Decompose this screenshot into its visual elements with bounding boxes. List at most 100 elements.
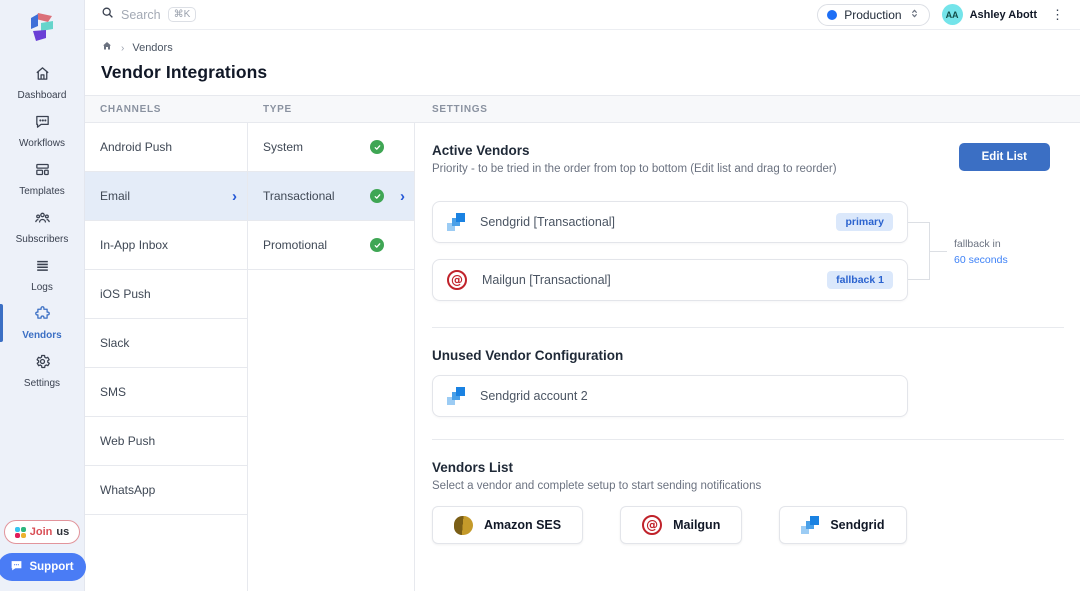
channel-label: Slack [100,336,129,350]
section-divider [432,327,1064,328]
sidebar-item-settings[interactable]: Settings [0,347,84,395]
kebab-menu-icon[interactable]: ⋮ [1049,8,1066,21]
column-header-settings: SETTINGS [415,104,1080,115]
channel-row-sms[interactable]: SMS [85,368,247,417]
channel-label: Android Push [100,140,172,154]
column-header-type: TYPE [248,104,415,115]
sidebar-item-workflows[interactable]: Workflows [0,107,84,155]
sidebar-item-subscribers[interactable]: Subscribers [0,203,84,251]
column-header-channels: CHANNELS [85,104,248,115]
channel-label: WhatsApp [100,483,155,497]
user-name: Ashley Abott [970,9,1037,21]
type-column: System Transactional › Promotional [248,123,415,591]
amazon-ses-icon [454,516,473,535]
type-row-promotional[interactable]: Promotional [248,221,414,270]
sidebar-item-logs[interactable]: Logs [0,251,84,299]
list-lines-icon [34,257,51,279]
table-body: Android Push Email › In-App Inbox iOS Pu… [85,123,1080,591]
type-row-transactional[interactable]: Transactional › [248,172,414,221]
vendor-option-label: Sendgrid [830,518,884,532]
integrations-table: CHANNELS TYPE SETTINGS Android Push Emai… [85,95,1080,591]
vendor-card-mailgun[interactable]: @ Mailgun [Transactional] fallback 1 [432,259,908,301]
priority-badge: primary [836,213,893,231]
edit-list-button[interactable]: Edit List [959,143,1050,171]
user-menu[interactable]: AA Ashley Abott [942,4,1037,25]
vendor-option-label: Amazon SES [484,518,561,532]
active-vendors-header: Active Vendors Priority - to be tried in… [432,143,1064,175]
search-input[interactable]: Search ⌘K [101,6,196,24]
fallback-seconds-link[interactable]: 60 seconds [954,253,1008,269]
channel-row-email[interactable]: Email › [85,172,247,221]
gear-icon [34,353,51,375]
slack-icon [15,527,26,538]
vendor-card-sendgrid-account-2[interactable]: Sendgrid account 2 [432,375,908,417]
breadcrumb-home-icon[interactable] [101,39,113,57]
check-circle-icon [370,189,384,203]
page-title: Vendor Integrations [85,57,1080,95]
environment-status-dot [827,10,837,20]
vendor-name: Mailgun [Transactional] [482,273,611,287]
layout-grid-icon [34,161,51,183]
support-button[interactable]: Support [0,553,86,581]
sidebar-nav: Dashboard Workflows Templates Subscriber… [0,59,84,395]
active-vendors-list: Sendgrid [Transactional] primary @ Mailg… [432,201,1064,301]
settings-panel: Active Vendors Priority - to be tried in… [415,123,1080,591]
vendor-name: Sendgrid account 2 [480,389,588,403]
vendors-list: Amazon SES @ Mailgun Sendgrid [432,506,1064,544]
channel-row-slack[interactable]: Slack [85,319,247,368]
sidebar-item-templates[interactable]: Templates [0,155,84,203]
vendors-list-title: Vendors List [432,460,761,475]
check-circle-icon [370,140,384,154]
brand-logo-icon[interactable] [27,10,57,51]
sidebar-item-label: Subscribers [16,234,69,245]
chevron-right-icon: › [232,189,237,204]
vendors-list-subtitle: Select a vendor and complete setup to st… [432,480,761,492]
sidebar-item-vendors[interactable]: Vendors [0,299,84,347]
environment-select[interactable]: Production [817,4,929,26]
fallback-note: fallback in 60 seconds [954,237,1008,269]
vendor-option-label: Mailgun [673,518,720,532]
vendor-name: Sendgrid [Transactional] [480,215,615,229]
section-divider [432,439,1064,440]
channel-row-in-app-inbox[interactable]: In-App Inbox [85,221,247,270]
channel-row-whatsapp[interactable]: WhatsApp [85,466,247,515]
channel-row-ios-push[interactable]: iOS Push [85,270,247,319]
chevron-updown-icon [909,8,920,22]
mailgun-icon: @ [642,515,662,535]
chat-support-icon [10,559,23,575]
channel-label: Email [100,189,130,203]
sidebar-item-dashboard[interactable]: Dashboard [0,59,84,107]
channel-label: iOS Push [100,287,151,301]
app-window: Dashboard Workflows Templates Subscriber… [0,0,1080,591]
vendor-option-sendgrid[interactable]: Sendgrid [779,506,906,544]
search-placeholder: Search [121,8,161,22]
breadcrumb-item-vendors[interactable]: Vendors [132,42,172,54]
channels-column: Android Push Email › In-App Inbox iOS Pu… [85,123,248,591]
avatar: AA [942,4,963,25]
fallback-bracket-line [908,222,930,280]
table-header: CHANNELS TYPE SETTINGS [85,96,1080,123]
fallback-badge: fallback 1 [827,271,893,289]
active-vendors-subtitle: Priority - to be tried in the order from… [432,163,837,175]
sendgrid-icon [447,213,465,231]
vendors-list-header: Vendors List Select a vendor and complet… [432,460,1064,492]
type-row-system[interactable]: System [248,123,414,172]
sendgrid-icon [801,516,819,534]
channel-row-web-push[interactable]: Web Push [85,417,247,466]
search-shortcut-badge: ⌘K [168,7,197,22]
sidebar-item-label: Workflows [19,138,65,149]
sidebar: Dashboard Workflows Templates Subscriber… [0,0,85,591]
type-label: System [263,140,303,154]
channel-row-android-push[interactable]: Android Push [85,123,247,172]
sidebar-item-label: Templates [19,186,65,197]
vendor-option-amazon-ses[interactable]: Amazon SES [432,506,583,544]
fallback-bracket-tail [930,251,947,252]
join-us-button[interactable]: Join us [4,520,80,544]
type-label: Promotional [263,238,327,252]
support-label: Support [29,561,73,573]
channel-label: SMS [100,385,126,399]
vendor-card-sendgrid[interactable]: Sendgrid [Transactional] primary [432,201,908,243]
topbar-right: Production AA Ashley Abott ⋮ [817,4,1066,26]
vendor-option-mailgun[interactable]: @ Mailgun [620,506,742,544]
people-icon [34,209,51,231]
